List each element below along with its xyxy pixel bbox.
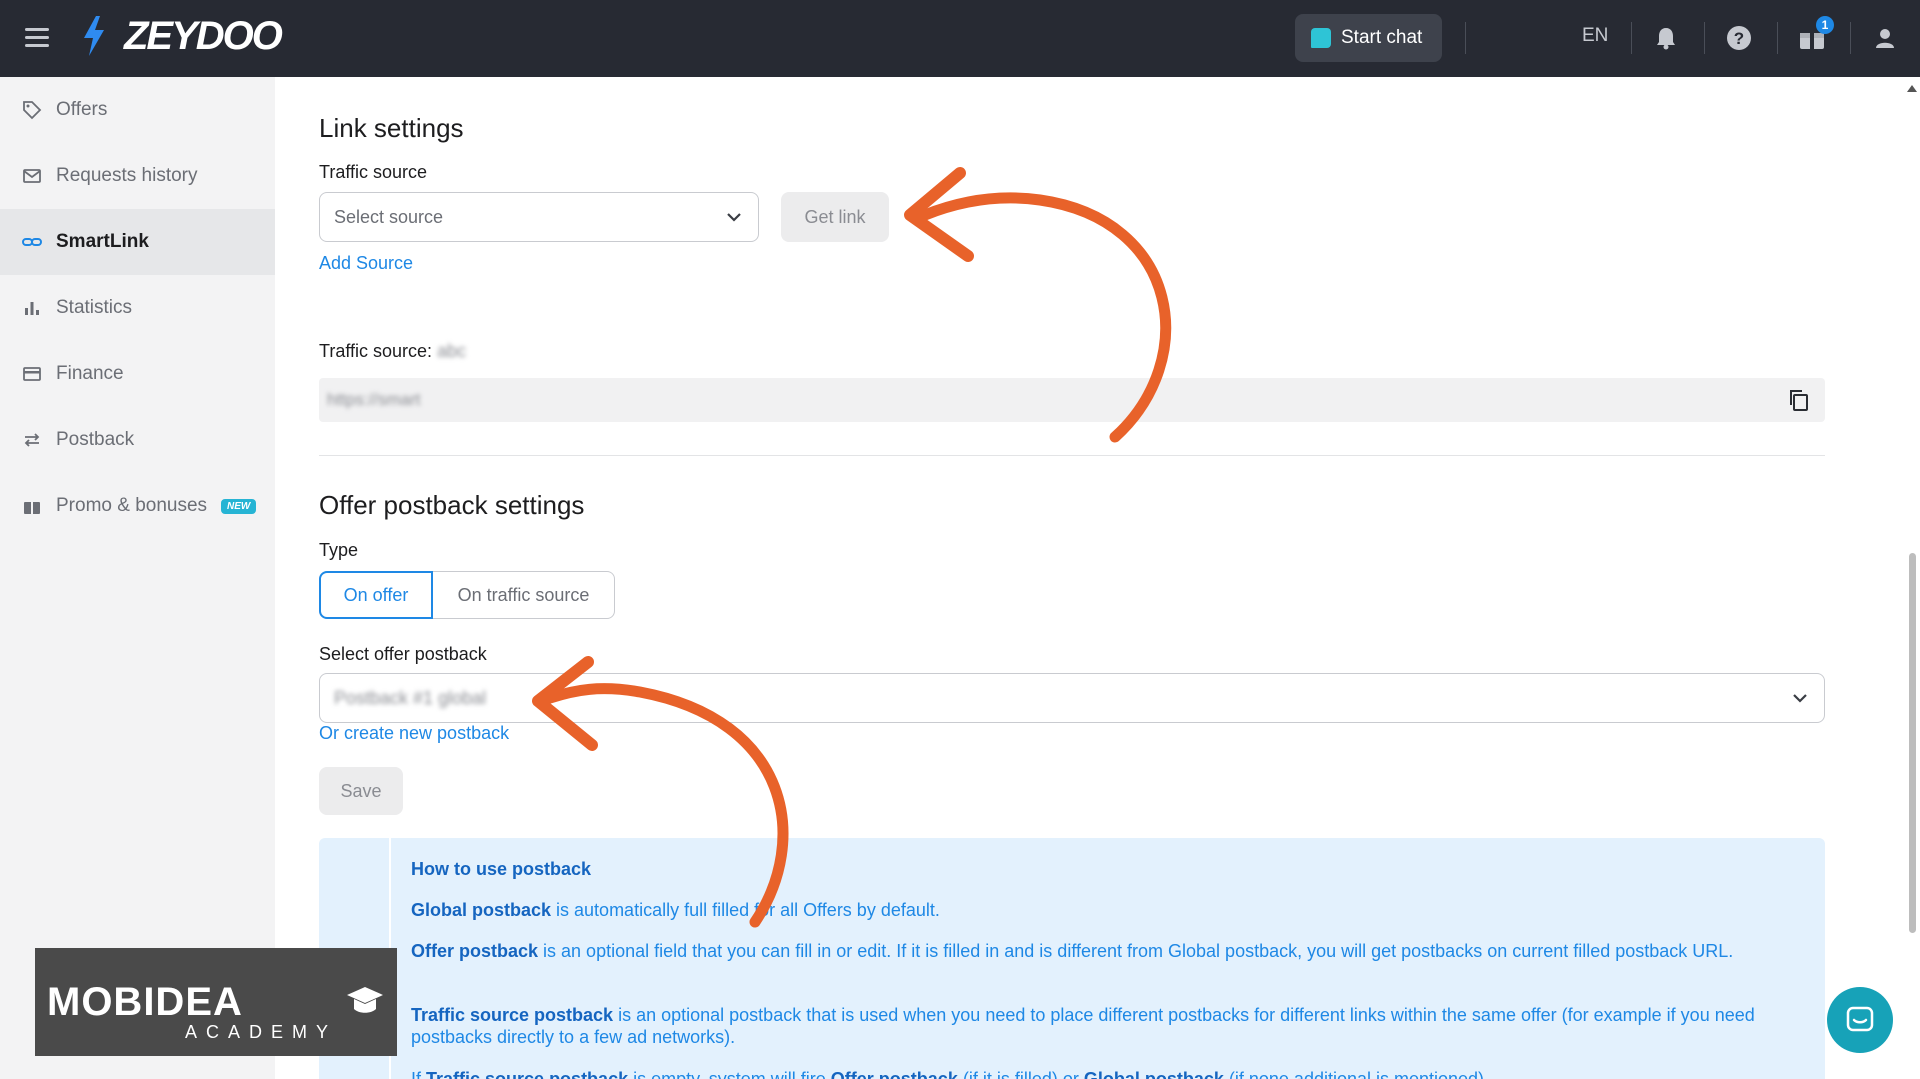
chat-icon: [1311, 28, 1331, 48]
scrollbar[interactable]: [1904, 77, 1920, 1079]
sidebar-item-requests-history[interactable]: Requests history: [0, 143, 275, 209]
scrollbar-thumb[interactable]: [1909, 553, 1916, 933]
swap-icon: [24, 433, 40, 447]
mobidea-academy-watermark: MOBIDEA ACADEMY: [35, 948, 397, 1056]
help-title: How to use postback: [411, 858, 1811, 880]
gift-icon[interactable]: 1: [1796, 16, 1834, 54]
sidebar-item-label: Postback: [56, 429, 135, 450]
sidebar-item-label: Finance: [56, 363, 124, 384]
menu-icon[interactable]: [22, 24, 54, 52]
bold-term: Traffic source postback: [411, 1005, 614, 1025]
sidebar-item-statistics[interactable]: Statistics: [0, 275, 275, 341]
save-button[interactable]: Save: [319, 767, 403, 815]
chat-launcher-button[interactable]: [1827, 987, 1893, 1053]
type-label: Type: [319, 540, 359, 560]
start-chat-button[interactable]: Start chat: [1295, 14, 1442, 62]
add-source-link[interactable]: Add Source: [319, 253, 413, 274]
tag-icon: [23, 101, 42, 120]
help-title-text: How to use postback: [411, 859, 592, 879]
logo-bolt-icon: [84, 16, 104, 56]
bold-term: Offer postback: [411, 941, 539, 961]
sidebar: Offers Requests history SmartLink Statis…: [0, 77, 275, 1079]
user-icon[interactable]: [1869, 22, 1901, 54]
divider: [1465, 22, 1466, 54]
create-new-postback-link[interactable]: Or create new postback: [319, 723, 509, 744]
sidebar-item-smartlink[interactable]: SmartLink: [0, 209, 275, 275]
help-paragraph-traffic-source: Traffic source postback is an optional p…: [411, 1004, 1811, 1048]
paragraph-text: is an optional postback that is used whe…: [411, 1005, 1755, 1047]
select-offer-postback-label: Select offer postback: [319, 644, 487, 664]
divider: [1631, 22, 1632, 54]
graduation-cap-icon: [347, 987, 383, 1013]
traffic-source-prefix: Traffic source:: [319, 341, 433, 361]
traffic-source-label: Traffic source: [319, 162, 428, 182]
watermark-main: MOBIDEA: [47, 980, 243, 1024]
bold-term: Global postback: [411, 900, 552, 920]
traffic-source-caption: Traffic source: abc: [319, 341, 466, 362]
chevron-down-icon: [727, 213, 741, 222]
new-badge: NEW: [221, 498, 257, 514]
copy-icon[interactable]: [1787, 388, 1811, 412]
scroll-up-arrow-icon[interactable]: [1907, 85, 1917, 92]
watermark-sub: ACADEMY: [185, 1022, 338, 1042]
traffic-source-select[interactable]: Select source: [319, 192, 759, 242]
svg-text:?: ?: [1734, 29, 1744, 48]
sidebar-item-label: SmartLink: [56, 231, 149, 252]
mail-icon: [23, 169, 41, 183]
help-icon[interactable]: ?: [1723, 22, 1755, 54]
offer-postback-value: Postback #1 global: [334, 687, 487, 708]
generated-link-field[interactable]: https://smart: [319, 378, 1825, 422]
sidebar-item-offers[interactable]: Offers: [0, 77, 275, 143]
postback-settings-title: Offer postback settings: [319, 490, 585, 520]
top-bar: ZEYDOO Start chat EN ? 1: [0, 0, 1920, 77]
bell-icon[interactable]: [1650, 22, 1682, 54]
get-link-button[interactable]: Get link: [781, 192, 889, 242]
help-paragraph-fallback: If Traffic source postback is empty, sys…: [411, 1068, 1811, 1079]
paragraph-text: is an optional field that you can fill i…: [538, 941, 1734, 961]
chevron-down-icon: [1793, 694, 1807, 703]
card-icon: [23, 367, 41, 381]
paragraph-text: is empty, system will fire: [628, 1069, 831, 1079]
select-placeholder: Select source: [334, 206, 444, 227]
help-paragraph-offer: Offer postback is an optional field that…: [411, 940, 1811, 962]
sidebar-item-label: Promo & bonuses: [56, 495, 208, 516]
notification-badge: 1: [1816, 16, 1834, 34]
type-option-on-traffic-source[interactable]: On traffic source: [433, 571, 615, 619]
section-divider: [319, 455, 1825, 456]
help-paragraph-global: Global postback is automatically full fi…: [411, 899, 1811, 921]
gift-icon: [24, 502, 40, 514]
divider: [1777, 22, 1778, 54]
sidebar-item-label: Requests history: [56, 165, 198, 186]
start-chat-label: Start chat: [1341, 27, 1423, 48]
type-toggle: On offer On traffic source: [319, 571, 615, 619]
postback-help-panel: How to use postback Global postback is a…: [319, 838, 1825, 1079]
language-selector[interactable]: EN: [1582, 25, 1608, 47]
link-settings-title: Link settings: [319, 113, 464, 143]
sidebar-item-finance[interactable]: Finance: [0, 341, 275, 407]
paragraph-text: is automatically full filled for all Off…: [551, 900, 940, 920]
paragraph-text: (if none additional is mentioned).: [1223, 1069, 1490, 1079]
bold-term: Traffic source postback: [426, 1069, 629, 1079]
sidebar-item-label: Offers: [56, 99, 108, 120]
bold-term: Offer postback: [830, 1069, 958, 1079]
offer-postback-select[interactable]: Postback #1 global: [319, 673, 1825, 723]
main-content: Link settings Traffic source Select sour…: [275, 77, 1900, 1079]
divider: [1850, 22, 1851, 54]
paragraph-text: If: [411, 1069, 427, 1079]
logo-wordmark[interactable]: ZEYDOO: [124, 14, 283, 58]
link-icon: [22, 238, 42, 246]
traffic-source-value: abc: [437, 341, 467, 361]
divider: [1704, 22, 1705, 54]
type-option-on-offer[interactable]: On offer: [319, 571, 433, 619]
chat-bubble-icon: [1846, 1006, 1874, 1032]
paragraph-text: (if it is filled) or: [957, 1069, 1084, 1079]
generated-link-value: https://smart: [327, 390, 421, 409]
bold-term: Global postback: [1083, 1069, 1224, 1079]
sidebar-item-promo-bonuses[interactable]: Promo & bonuses NEW: [0, 473, 275, 539]
sidebar-item-postback[interactable]: Postback: [0, 407, 275, 473]
bar-chart-icon: [25, 302, 39, 315]
sidebar-item-label: Statistics: [56, 297, 133, 318]
